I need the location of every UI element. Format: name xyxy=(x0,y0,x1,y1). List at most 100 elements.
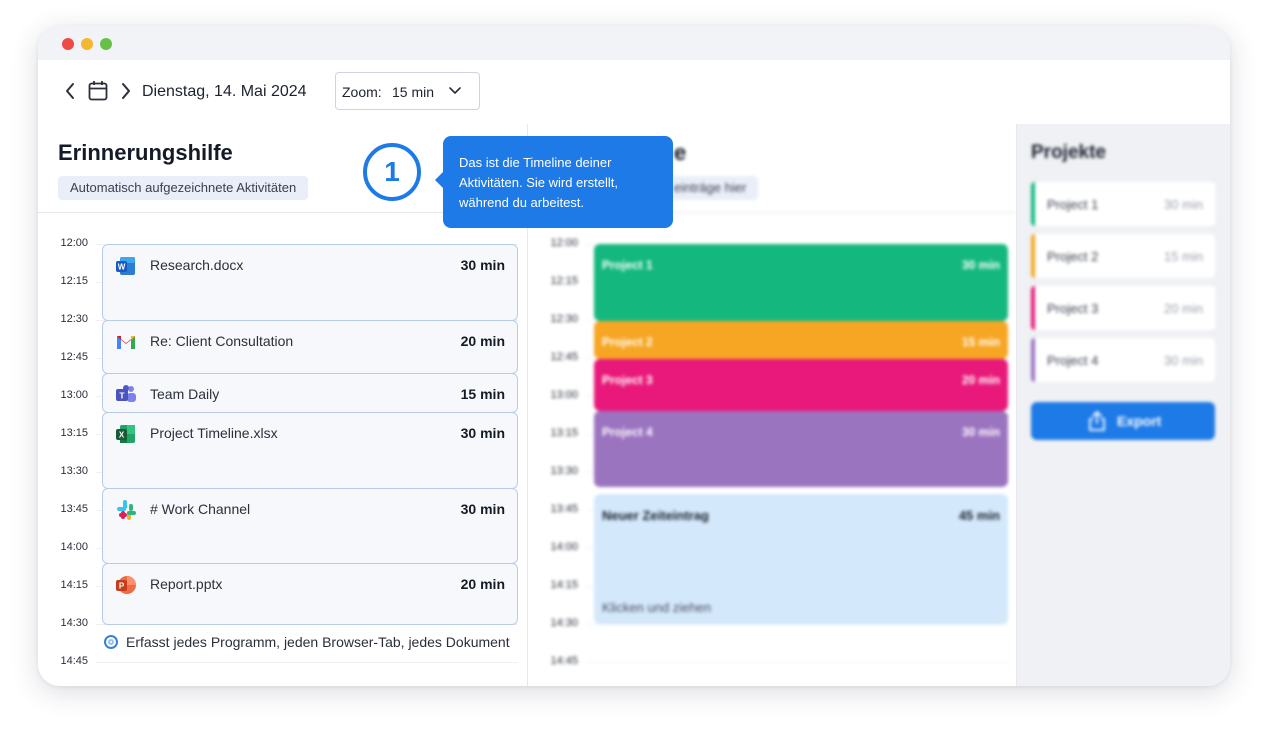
project-color-bar xyxy=(1031,338,1035,382)
time-gridline xyxy=(586,662,1008,663)
time-tick-label: 12:45 xyxy=(550,351,578,363)
divider xyxy=(528,212,1016,213)
project-card[interactable]: Project 1 30 min xyxy=(1031,182,1215,226)
projects-title: Projekte xyxy=(1031,142,1106,163)
slack-icon xyxy=(115,499,137,521)
time-tick-label: 14:30 xyxy=(550,617,578,629)
divider xyxy=(38,212,527,213)
title-bar xyxy=(38,26,1230,60)
time-tick-label: 13:00 xyxy=(60,389,88,401)
activity-item[interactable]: P Report.pptx 20 min xyxy=(102,563,518,625)
time-tick-label: 12:00 xyxy=(550,237,578,249)
time-tick-label: 14:00 xyxy=(550,541,578,553)
timeline-title: e xyxy=(674,140,687,165)
time-tick-label: 12:30 xyxy=(60,313,88,325)
project-block[interactable]: Project 4 30 min xyxy=(594,411,1008,487)
export-button[interactable]: Export xyxy=(1031,402,1215,440)
project-duration: 15 min xyxy=(1163,249,1203,264)
project-name: Project 2 xyxy=(1047,249,1099,264)
time-tick-label: 13:30 xyxy=(550,465,578,477)
record-icon xyxy=(104,635,118,649)
calendar-icon[interactable] xyxy=(88,80,108,106)
capture-caption: Erfasst jedes Programm, jeden Browser-Ta… xyxy=(104,634,510,650)
word-icon: W xyxy=(115,255,137,277)
activity-name: Re: Client Consultation xyxy=(150,333,294,349)
time-tick-label: 14:30 xyxy=(60,617,88,629)
time-tick-label: 13:45 xyxy=(60,503,88,515)
activity-item[interactable]: W Research.docx 30 min xyxy=(102,244,518,321)
time-tick-label: 12:00 xyxy=(60,237,88,249)
project-color-bar xyxy=(1031,182,1035,226)
svg-text:W: W xyxy=(118,263,126,272)
svg-text:T: T xyxy=(119,391,125,401)
activity-duration: 30 min xyxy=(460,501,505,517)
block-duration: 30 min xyxy=(961,425,1000,439)
project-name: Project 1 xyxy=(1047,197,1099,212)
minimize-window-button[interactable] xyxy=(81,38,93,50)
chevron-right-icon[interactable] xyxy=(120,82,132,104)
close-window-button[interactable] xyxy=(62,38,74,50)
time-tick-label: 13:45 xyxy=(550,503,578,515)
time-tick-label: 14:45 xyxy=(550,655,578,667)
block-name: Project 3 xyxy=(602,373,653,387)
activity-item[interactable]: Re: Client Consultation 20 min xyxy=(102,320,518,374)
activity-title: Erinnerungshilfe xyxy=(58,140,233,165)
new-entry-title: Neuer Zeiteintrag xyxy=(602,508,709,523)
time-tick-label: 13:15 xyxy=(550,427,578,439)
time-tick-label: 14:00 xyxy=(60,541,88,553)
project-color-bar xyxy=(1031,234,1035,278)
project-block[interactable]: Project 3 20 min xyxy=(594,359,1008,411)
new-entry-hint: Klicken und ziehen xyxy=(602,600,712,615)
activity-duration: 30 min xyxy=(460,257,505,273)
time-tick-label: 14:15 xyxy=(60,579,88,591)
current-date: Dienstag, 14. Mai 2024 xyxy=(142,83,307,100)
caption-text: Erfasst jedes Programm, jeden Browser-Ta… xyxy=(126,634,510,650)
projects-panel: Projekte Project 1 30 min Project 2 15 m… xyxy=(1017,124,1230,686)
svg-text:X: X xyxy=(119,431,125,440)
block-duration: 15 min xyxy=(961,335,1000,349)
export-label: Export xyxy=(1117,413,1162,429)
new-entry-block[interactable]: Neuer Zeiteintrag 45 min Klicken und zie… xyxy=(594,494,1008,624)
project-card[interactable]: Project 3 20 min xyxy=(1031,286,1215,330)
activity-item[interactable]: X Project Timeline.xlsx 30 min xyxy=(102,412,518,489)
activity-column: Erinnerungshilfe Automatisch aufgezeichn… xyxy=(38,124,528,686)
project-block[interactable]: Project 1 30 min xyxy=(594,244,1008,321)
app-window: Dienstag, 14. Mai 2024 Zoom: 15 min Erin… xyxy=(38,26,1230,686)
block-duration: 30 min xyxy=(961,258,1000,272)
project-block[interactable]: Project 2 15 min xyxy=(594,321,1008,359)
activity-name: # Work Channel xyxy=(150,501,251,517)
maximize-window-button[interactable] xyxy=(100,38,112,50)
zoom-select[interactable]: Zoom: 15 min xyxy=(335,72,480,110)
time-tick-label: 12:30 xyxy=(550,313,578,325)
activity-chip: Automatisch aufgezeichnete Aktivitäten xyxy=(58,176,309,200)
activity-duration: 15 min xyxy=(460,386,505,402)
zoom-value: 15 min xyxy=(392,84,435,100)
project-name: Project 4 xyxy=(1047,353,1099,368)
activity-duration: 30 min xyxy=(460,425,505,441)
project-card[interactable]: Project 2 15 min xyxy=(1031,234,1215,278)
chevron-left-icon[interactable] xyxy=(64,82,76,104)
project-name: Project 3 xyxy=(1047,301,1099,316)
time-gridline xyxy=(96,662,518,663)
svg-text:P: P xyxy=(119,582,125,591)
zoom-label: Zoom: xyxy=(342,84,382,100)
activity-duration: 20 min xyxy=(460,576,505,592)
powerpoint-icon: P xyxy=(115,574,137,596)
activity-item[interactable]: T Team Daily 15 min xyxy=(102,373,518,413)
project-duration: 30 min xyxy=(1163,197,1203,212)
teams-icon: T xyxy=(115,383,137,405)
project-duration: 20 min xyxy=(1163,301,1203,316)
project-duration: 30 min xyxy=(1163,353,1203,368)
toolbar: Dienstag, 14. Mai 2024 Zoom: 15 min xyxy=(38,60,1230,125)
activity-name: Team Daily xyxy=(150,386,220,402)
timeline-chip: einträge hier xyxy=(658,176,759,200)
block-name: Project 4 xyxy=(602,425,653,439)
time-tick-label: 12:15 xyxy=(60,275,88,287)
activity-item[interactable]: # Work Channel 30 min xyxy=(102,488,518,564)
new-entry-duration: 45 min xyxy=(958,508,1000,523)
time-tick-label: 13:00 xyxy=(550,389,578,401)
time-tick-label: 12:15 xyxy=(550,275,578,287)
excel-icon: X xyxy=(115,423,137,445)
project-card[interactable]: Project 4 30 min xyxy=(1031,338,1215,382)
timeline-column: e einträge hier 12:00 12:15 12:30 12:45 13:0… xyxy=(528,124,1017,686)
